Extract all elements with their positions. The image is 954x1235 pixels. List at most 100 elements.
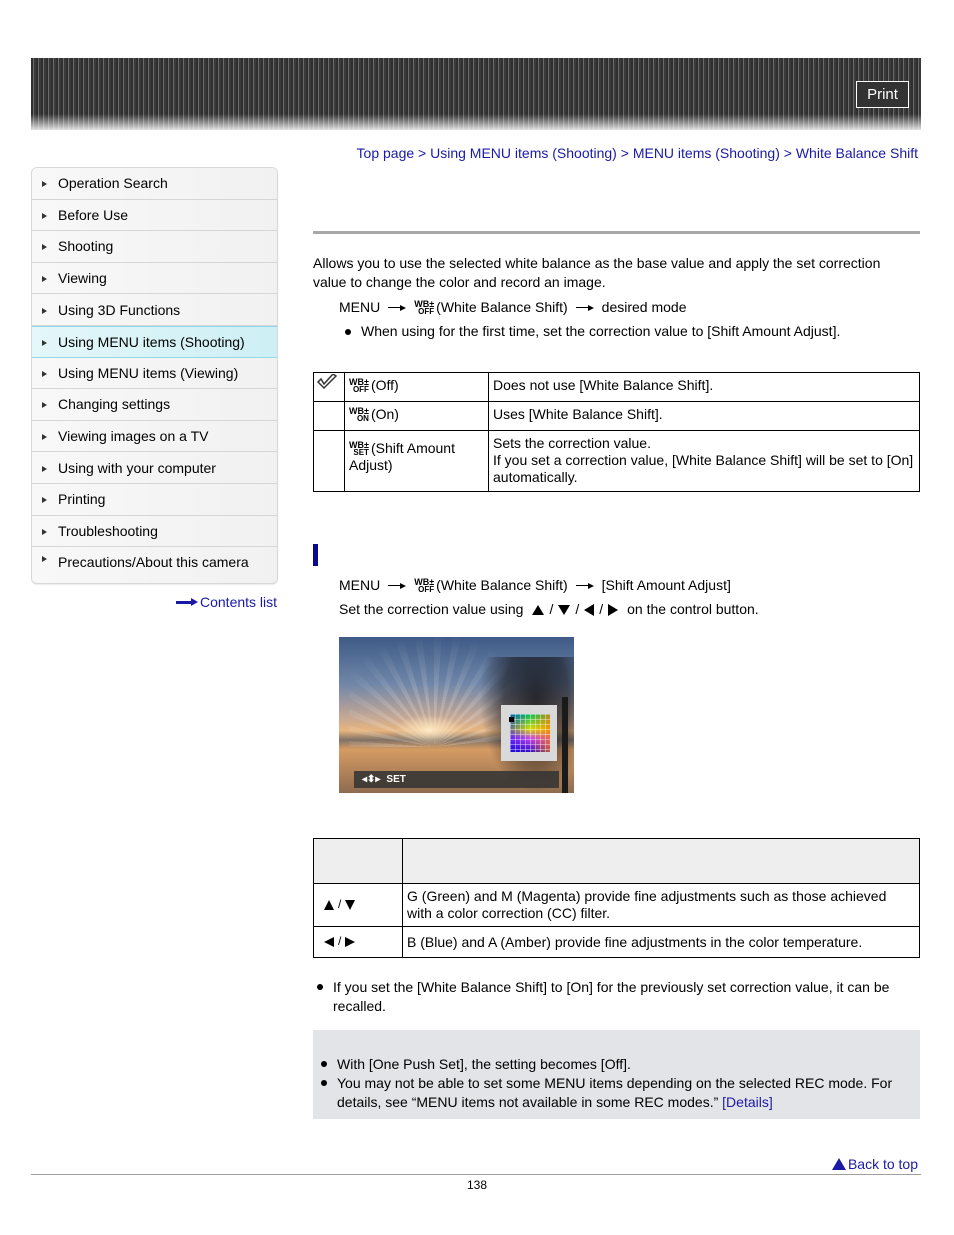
note-text: With [One Push Set], the setting becomes… bbox=[337, 1056, 631, 1072]
triangle-right-icon bbox=[42, 370, 47, 377]
breadcrumb-white-balance-shift[interactable]: White Balance Shift bbox=[796, 145, 918, 161]
table-row: WB± ON (On) Uses [White Balance Shift]. bbox=[313, 401, 920, 431]
contents-list-label: Contents list bbox=[200, 594, 278, 610]
mode-description-cell: Does not use [White Balance Shift]. bbox=[488, 372, 920, 402]
bullet-icon bbox=[317, 984, 323, 990]
menu-label: MENU bbox=[339, 577, 381, 593]
back-to-top-link[interactable]: Back to top bbox=[831, 1156, 918, 1172]
sidebar-item-operation-search[interactable]: Operation Search bbox=[32, 168, 277, 200]
menu-label: MENU bbox=[339, 299, 381, 315]
separator: / bbox=[599, 601, 604, 617]
menu-path: MENU WB± OFF (White Balance Shift) desire… bbox=[339, 298, 687, 317]
triangle-up-icon bbox=[324, 899, 334, 910]
mode-description-cell: Uses [White Balance Shift]. bbox=[488, 401, 920, 431]
sidebar-item-using-3d-functions[interactable]: Using 3D Functions bbox=[32, 294, 277, 326]
sidebar-item-precautions[interactable]: Precautions/About this camera bbox=[32, 547, 277, 584]
check-cell bbox=[313, 430, 345, 492]
check-cell bbox=[313, 372, 345, 402]
camera-screen-image: ◂⬍▸ SET bbox=[339, 637, 574, 793]
breadcrumb-top-page[interactable]: Top page bbox=[357, 145, 415, 161]
triangle-down-icon bbox=[345, 899, 356, 910]
triangle-right-icon bbox=[42, 402, 47, 409]
triangle-right-icon bbox=[42, 528, 47, 535]
triangle-right-icon bbox=[42, 307, 47, 314]
note-item: With [One Push Set], the setting becomes… bbox=[321, 1055, 916, 1074]
triangle-up-icon bbox=[831, 1158, 846, 1170]
instruction-text: Set the correction value using bbox=[339, 601, 524, 617]
sidebar-item-label: Using 3D Functions bbox=[58, 301, 181, 318]
triangle-right-icon bbox=[42, 465, 47, 472]
adjust-menu-path: MENU WB± OFF (White Balance Shift) [Shift… bbox=[339, 576, 731, 595]
recall-note: If you set the [White Balance Shift] to … bbox=[317, 978, 917, 1016]
wb-shift-on-icon: WB± ON bbox=[349, 405, 369, 423]
notes-box: With [One Push Set], the setting becomes… bbox=[313, 1030, 920, 1119]
arrow-right-icon bbox=[575, 304, 594, 312]
sidebar-item-label: Changing settings bbox=[58, 396, 171, 413]
bullet-icon bbox=[321, 1080, 327, 1086]
sidebar-item-label: Troubleshooting bbox=[58, 522, 158, 539]
direction-arrows-icon: ◂⬍▸ bbox=[362, 774, 381, 785]
sidebar-item-label: Using with your computer bbox=[58, 459, 216, 476]
sun-glow bbox=[394, 715, 464, 745]
sidebar-item-changing-settings[interactable]: Changing settings bbox=[32, 389, 277, 421]
mode-name-cell: WB± OFF (Off) bbox=[344, 372, 489, 402]
triangle-right-icon bbox=[608, 603, 619, 616]
sidebar-item-label: Printing bbox=[58, 491, 106, 508]
color-correction-grid bbox=[510, 714, 550, 752]
section-heading-marker bbox=[313, 544, 318, 566]
print-button[interactable]: Print bbox=[856, 81, 909, 108]
separator: / bbox=[549, 601, 554, 617]
note-text: You may not be able to set some MENU ite… bbox=[337, 1075, 893, 1110]
triangle-right-icon bbox=[42, 244, 47, 251]
breadcrumb-menu-items-shooting[interactable]: MENU items (Shooting) bbox=[633, 145, 780, 161]
sidebar-nav: Operation Search Before Use Shooting Vie… bbox=[31, 167, 278, 585]
bullet-text: When using for the first time, set the c… bbox=[361, 323, 841, 339]
sidebar-item-using-menu-items-viewing[interactable]: Using MENU items (Viewing) bbox=[32, 357, 277, 390]
sidebar-item-shooting[interactable]: Shooting bbox=[32, 231, 277, 263]
sidebar-item-viewing[interactable]: Viewing bbox=[32, 262, 277, 295]
triangle-left-icon bbox=[584, 603, 595, 616]
sidebar-item-using-with-computer[interactable]: Using with your computer bbox=[32, 452, 277, 484]
triangle-right-icon bbox=[42, 212, 47, 219]
sidebar-item-before-use[interactable]: Before Use bbox=[32, 199, 277, 232]
intro-text: Allows you to use the selected white bal… bbox=[313, 255, 881, 290]
footer-divider bbox=[31, 1174, 921, 1175]
key-cell: / bbox=[313, 883, 403, 927]
breadcrumb-using-menu-items-shooting[interactable]: Using MENU items (Shooting) bbox=[430, 145, 617, 161]
intro-bullet: When using for the first time, set the c… bbox=[345, 322, 840, 341]
contents-list-link[interactable]: Contents list bbox=[176, 594, 277, 610]
menu-item-label: (White Balance Shift) bbox=[436, 577, 568, 593]
sidebar-item-viewing-images-on-tv[interactable]: Viewing images on a TV bbox=[32, 420, 277, 453]
triangle-right-icon bbox=[42, 556, 47, 563]
wb-shift-set-icon: WB± SET bbox=[349, 440, 369, 457]
instruction-text: on the control button. bbox=[627, 601, 759, 617]
menu-item-label: (White Balance Shift) bbox=[436, 299, 568, 315]
set-label: SET bbox=[386, 774, 406, 785]
details-link[interactable]: [Details] bbox=[722, 1094, 773, 1110]
breadcrumb-separator: > bbox=[418, 145, 427, 161]
breadcrumb-separator: > bbox=[783, 145, 792, 161]
sidebar-item-troubleshooting[interactable]: Troubleshooting bbox=[32, 515, 277, 548]
wb-shift-off-icon: WB± OFF bbox=[414, 576, 435, 594]
header-banner bbox=[31, 58, 921, 130]
breadcrumb-separator: > bbox=[620, 145, 629, 161]
sidebar-item-label: Operation Search bbox=[58, 175, 168, 192]
wb-shift-off-icon: WB± OFF bbox=[414, 298, 435, 316]
modes-table: WB± OFF (Off) Does not use [White Balance … bbox=[313, 372, 920, 492]
sidebar-item-printing[interactable]: Printing bbox=[32, 483, 277, 516]
breadcrumb: Top page > Using MENU items (Shooting) >… bbox=[357, 145, 918, 161]
sidebar-item-label: Using MENU items (Viewing) bbox=[58, 364, 239, 381]
tree-trunk bbox=[562, 697, 568, 793]
set-bar: ◂⬍▸ SET bbox=[354, 771, 559, 788]
triangle-up-icon bbox=[532, 604, 545, 615]
table-row: WB± OFF (Off) Does not use [White Balance … bbox=[313, 372, 920, 402]
triangle-right-icon bbox=[42, 434, 47, 441]
table-row: / B (Blue) and A (Amber) provide fine ad… bbox=[313, 926, 920, 958]
menu-end-label: desired mode bbox=[601, 299, 687, 315]
table-row: WB± SET (Shift Amount Adjust) Sets the cor… bbox=[313, 430, 920, 492]
arrow-right-icon bbox=[176, 598, 198, 606]
menu-end-label: [Shift Amount Adjust] bbox=[601, 577, 731, 593]
mode-name-cell: WB± ON (On) bbox=[344, 401, 489, 431]
description-cell: G (Green) and M (Magenta) provide fine a… bbox=[402, 883, 920, 927]
sidebar-item-using-menu-items-shooting[interactable]: Using MENU items (Shooting) bbox=[32, 325, 277, 358]
